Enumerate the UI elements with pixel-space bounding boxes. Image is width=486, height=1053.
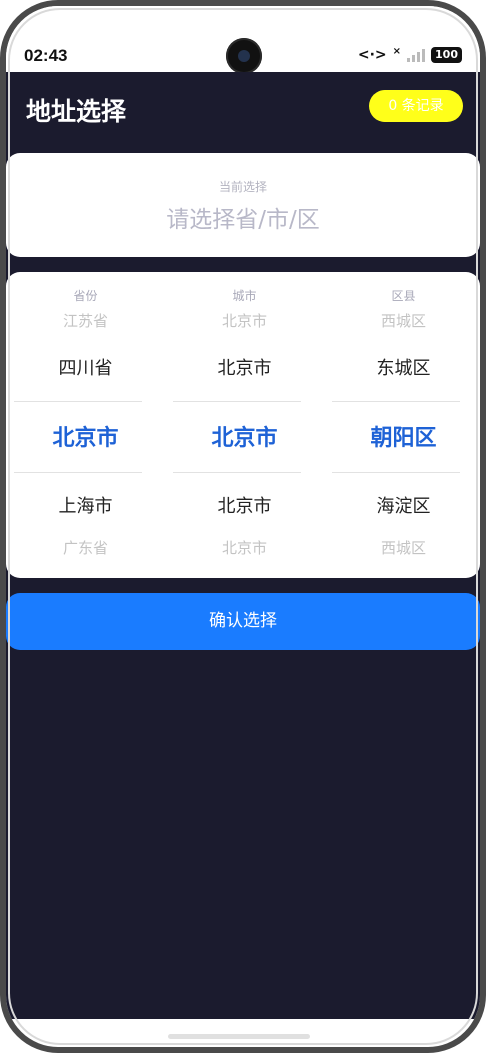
- district-column[interactable]: 区县 西城区 东城区 朝阳区 海淀区 西城区: [332, 272, 475, 578]
- address-picker: 省份 江苏省 四川省 北京市 上海市 广东省 城市 北京市 北京市 北京市 北京…: [6, 272, 480, 578]
- records-button[interactable]: 0 条记录: [369, 90, 463, 122]
- current-selection-value: 请选择省/市/区: [166, 207, 320, 233]
- district-option[interactable]: 西城区: [332, 538, 475, 556]
- city-option[interactable]: 北京市: [173, 538, 316, 556]
- province-option[interactable]: 广东省: [14, 538, 157, 556]
- selection-divider: [14, 472, 142, 473]
- page-title: 地址选择: [26, 97, 127, 126]
- phone-frame: 02:43 <·> × 100 地址选择 0 条记录 当前选择 请选择省/市/区…: [0, 0, 486, 1053]
- selection-divider: [173, 401, 301, 402]
- current-selection-card: 当前选择 请选择省/市/区: [6, 153, 480, 257]
- current-selection-label: 当前选择: [218, 180, 267, 194]
- selection-divider: [14, 401, 142, 402]
- province-option[interactable]: 江苏省: [14, 312, 157, 328]
- district-option[interactable]: 海淀区: [332, 492, 475, 518]
- app-screen: 地址选择 0 条记录 当前选择 请选择省/市/区 省份 江苏省 四川省 北京市 …: [6, 72, 480, 1019]
- province-column[interactable]: 省份 江苏省 四川省 北京市 上海市 广东省: [14, 272, 157, 578]
- district-option[interactable]: 东城区: [332, 354, 475, 380]
- city-column[interactable]: 城市 北京市 北京市 北京市 北京市 北京市: [173, 272, 316, 578]
- city-option[interactable]: 北京市: [173, 354, 316, 380]
- data-transfer-icon: <·>: [357, 47, 387, 63]
- status-bar: 02:43 <·> × 100: [6, 6, 480, 74]
- province-option[interactable]: 上海市: [14, 492, 157, 518]
- battery-icon: 100: [431, 47, 462, 63]
- city-header: 城市: [232, 289, 257, 303]
- district-header: 区县: [391, 289, 416, 303]
- district-option[interactable]: 西城区: [332, 312, 475, 328]
- status-time: 02:43: [24, 46, 68, 65]
- selection-divider: [173, 472, 301, 473]
- selection-divider: [332, 472, 460, 473]
- signal-bars-icon: [407, 48, 426, 62]
- province-header: 省份: [73, 289, 98, 303]
- no-signal-icon: ×: [392, 45, 402, 57]
- home-indicator[interactable]: [168, 1034, 310, 1039]
- city-selected-option[interactable]: 北京市: [173, 420, 316, 452]
- district-selected-option[interactable]: 朝阳区: [332, 420, 475, 452]
- province-option[interactable]: 四川省: [14, 354, 157, 380]
- confirm-button[interactable]: 确认选择: [6, 593, 480, 650]
- front-camera: [226, 38, 262, 74]
- province-selected-option[interactable]: 北京市: [14, 420, 157, 452]
- selection-divider: [332, 401, 460, 402]
- city-option[interactable]: 北京市: [173, 312, 316, 328]
- status-icons: <·> × 100: [357, 45, 462, 63]
- city-option[interactable]: 北京市: [173, 492, 316, 518]
